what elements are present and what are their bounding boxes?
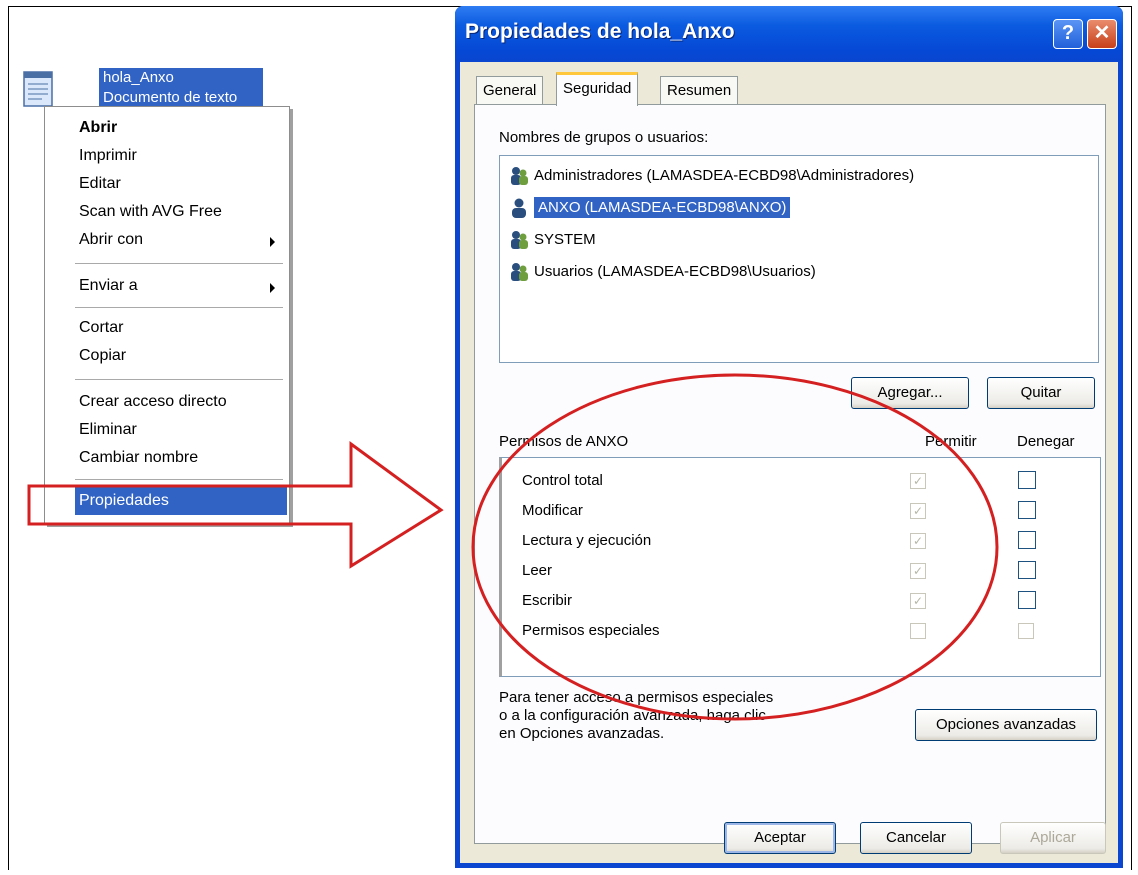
tab-summary[interactable]: Resumen [660,76,739,104]
add-button[interactable]: Agregar... [851,377,969,409]
users-listbox[interactable]: Administradores (LAMASDEA-ECBD98\Adminis… [499,155,1099,363]
ok-button[interactable]: Aceptar [724,822,836,854]
menu-item-print[interactable]: Imprimir [79,147,137,165]
allow-checkbox: ✓ [910,593,926,609]
permission-label: Escribir [522,592,573,609]
deny-checkbox [1018,623,1034,639]
deny-checkbox[interactable] [1018,501,1036,519]
deny-checkbox[interactable] [1018,471,1036,489]
menu-item-edit[interactable]: Editar [79,175,121,193]
submenu-arrow-icon [270,237,275,247]
deny-checkbox[interactable] [1018,591,1036,609]
allow-column-header: Permitir [925,433,977,450]
frame-right-border [1131,6,1132,870]
user-icon [508,197,530,219]
user-label: Administradores (LAMASDEA-ECBD98\Adminis… [534,167,915,184]
menu-separator [75,307,283,309]
menu-separator [75,379,283,381]
deny-checkbox[interactable] [1018,561,1036,579]
menu-item-copy[interactable]: Copiar [79,347,126,365]
info-text-line1: Para tener acceso a permisos especiales [499,689,774,706]
close-button[interactable]: ✕ [1087,19,1117,49]
menu-separator [75,263,283,265]
list-item-usuarios[interactable]: Usuarios (LAMASDEA-ECBD98\Usuarios) [508,258,1084,286]
permissions-list: Control total ✓ Modificar ✓ Lectura y ej… [499,457,1101,677]
list-item-anxo[interactable]: ANXO (LAMASDEA-ECBD98\ANXO) [508,194,1084,222]
security-tab-panel: Nombres de grupos o usuarios: Administra… [474,104,1106,844]
advanced-options-button[interactable]: Opciones avanzadas [915,709,1097,741]
file-type: Documento de texto [103,89,238,106]
allow-checkbox: ✓ [910,503,926,519]
remove-button[interactable]: Quitar [987,377,1095,409]
menu-item-rename[interactable]: Cambiar nombre [79,449,198,467]
permission-label: Control total [522,472,603,489]
groups-label: Nombres de grupos o usuarios: [499,129,709,146]
menu-item-scan-avg[interactable]: Scan with AVG Free [79,203,222,221]
dialog-body: General Seguridad Resumen Nombres de gru… [460,62,1118,863]
help-button[interactable]: ? [1053,19,1083,49]
allow-checkbox: ✓ [910,473,926,489]
allow-checkbox: ✓ [910,563,926,579]
menu-item-open[interactable]: Abrir [79,119,117,137]
permission-label: Modificar [522,502,583,519]
list-item-system[interactable]: SYSTEM [508,226,1084,254]
menu-separator [75,479,283,481]
help-icon: ? [1061,22,1075,44]
submenu-arrow-icon [270,283,275,293]
title-bar[interactable]: Propiedades de hola_Anxo ? ✕ [455,6,1123,62]
menu-item-properties[interactable]: Propiedades [75,487,287,515]
permission-label: Leer [522,562,553,579]
user-label: SYSTEM [534,231,596,248]
list-item-administradores[interactable]: Administradores (LAMASDEA-ECBD98\Adminis… [508,162,1084,190]
dialog-title: Propiedades de hola_Anxo [465,20,735,43]
user-label: Usuarios (LAMASDEA-ECBD98\Usuarios) [534,263,816,280]
menu-item-cut[interactable]: Cortar [79,319,123,337]
properties-dialog: Propiedades de hola_Anxo ? ✕ General Seg… [455,6,1123,868]
menu-item-delete[interactable]: Eliminar [79,421,137,439]
allow-checkbox: ✓ [910,533,926,549]
tab-general[interactable]: General [476,76,544,104]
apply-button[interactable]: Aplicar [1000,822,1106,854]
frame-left-border [8,6,9,870]
info-text-line2: o a la configuración avanzada, haga clic [499,707,766,724]
close-icon: ✕ [1093,22,1111,44]
file-name: hola_Anxo [103,69,174,86]
deny-column-header: Denegar [1017,433,1075,450]
permission-label: Permisos especiales [522,622,660,639]
menu-item-create-shortcut[interactable]: Crear acceso directo [79,393,227,411]
users-group-icon [508,229,530,251]
menu-item-open-with[interactable]: Abrir con [79,231,143,249]
users-group-icon [508,261,530,283]
info-text-line3: en Opciones avanzadas. [499,725,665,742]
cancel-button[interactable]: Cancelar [860,822,972,854]
deny-checkbox[interactable] [1018,531,1036,549]
tab-security[interactable]: Seguridad [556,72,639,106]
context-menu: Abrir Imprimir Editar Scan with AVG Free… [44,106,290,524]
permissions-label: Permisos de ANXO [499,433,629,450]
permission-label: Lectura y ejecución [522,532,652,549]
users-group-icon [508,165,530,187]
menu-item-send-to[interactable]: Enviar a [79,277,138,295]
user-label: ANXO (LAMASDEA-ECBD98\ANXO) [534,197,791,218]
allow-checkbox [910,623,926,639]
